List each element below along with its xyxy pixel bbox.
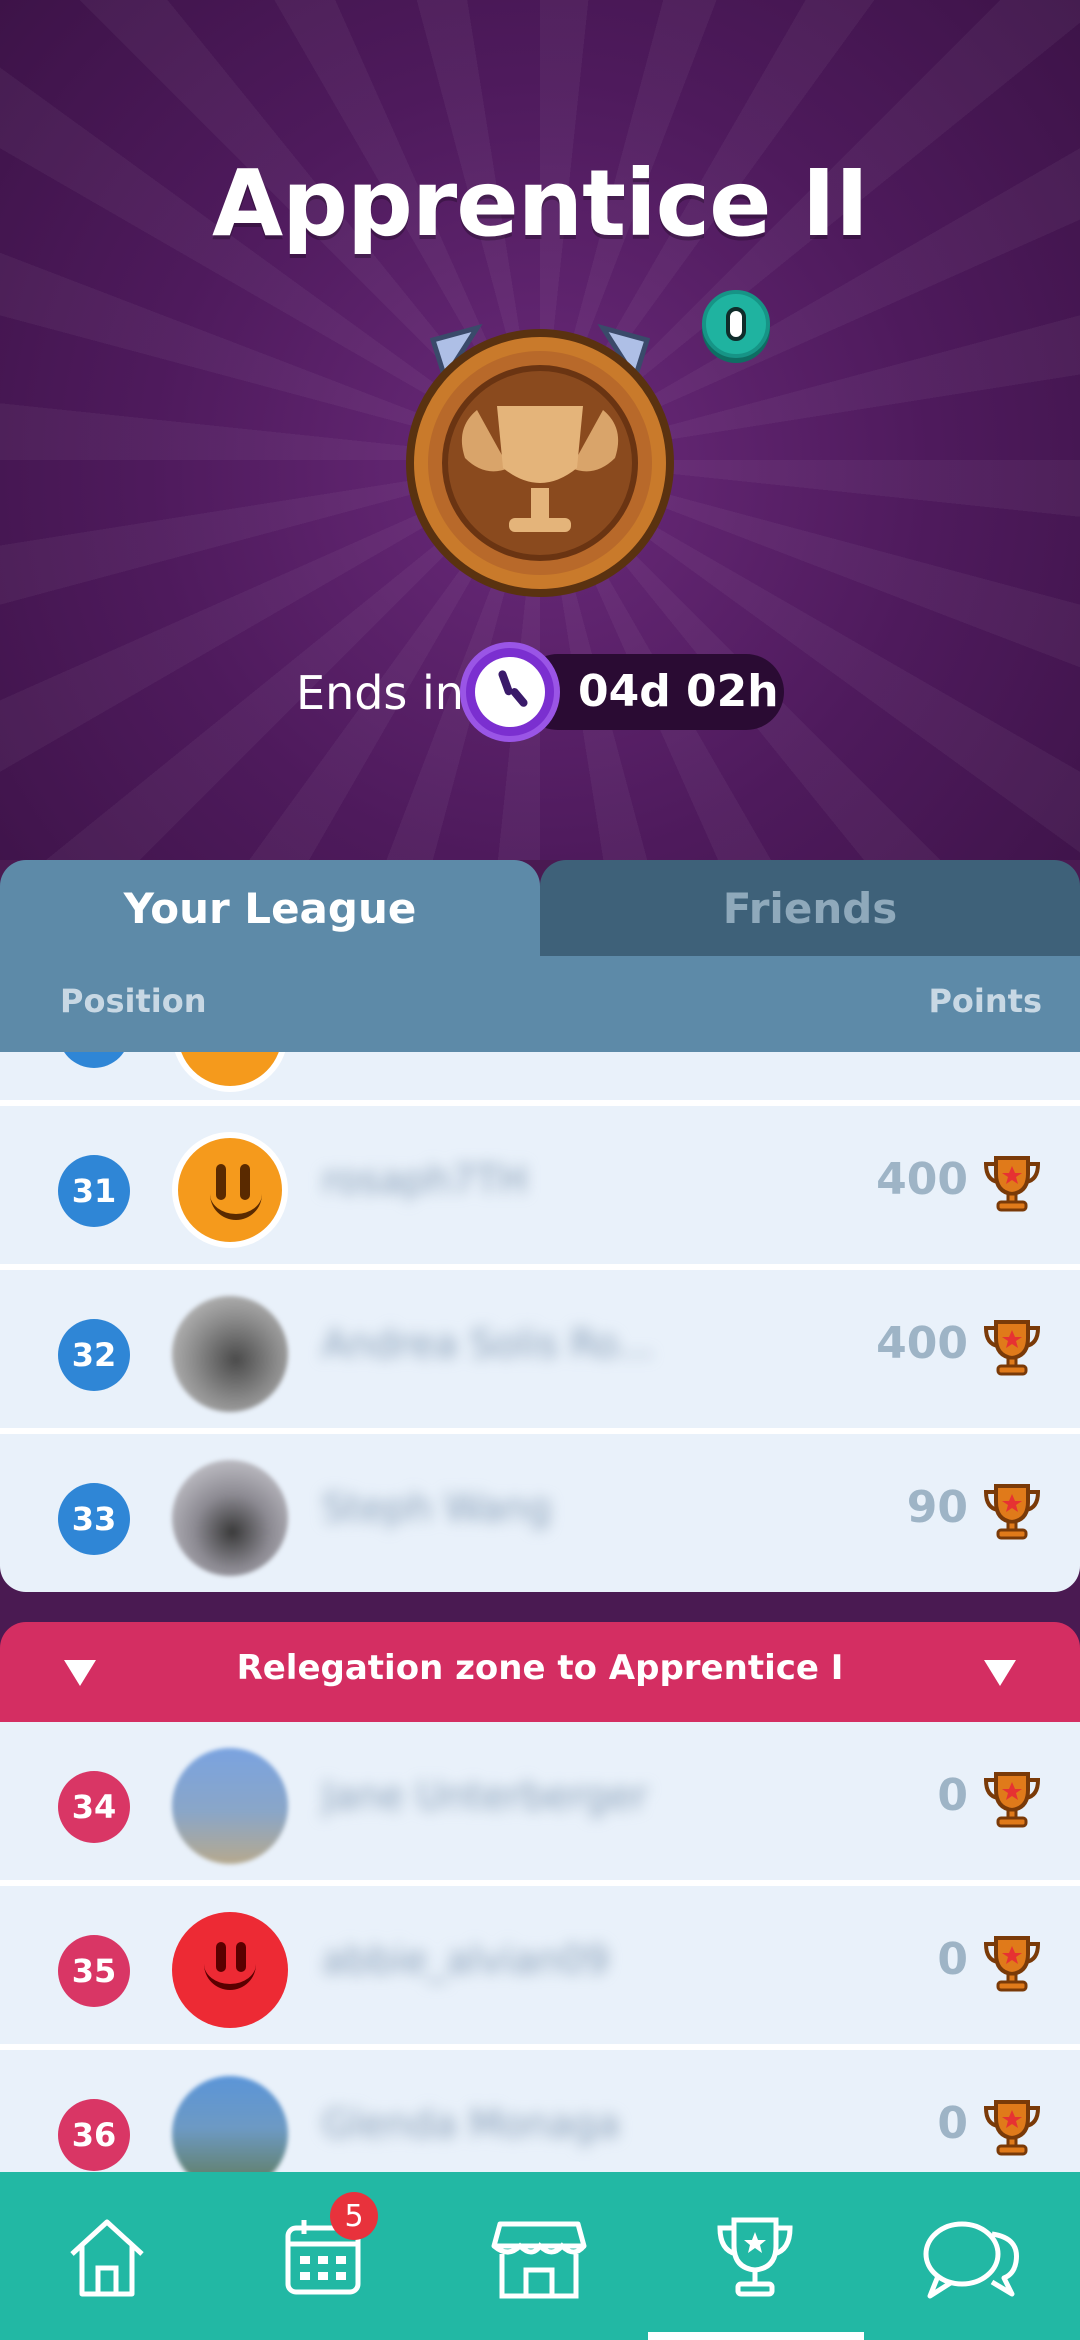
leaderboard-list[interactable]: 31 rosaph7TH 400 32 Andrea Solis Ro... 4… xyxy=(0,1052,1080,2172)
rank-badge: 35 xyxy=(58,1935,130,2007)
username: rosaph7TH xyxy=(322,1158,528,1202)
league-badge-icon xyxy=(406,323,674,597)
position-column-label: Position xyxy=(60,982,207,1020)
username: Jane Unterberger xyxy=(322,1774,648,1818)
league-title: Apprentice II xyxy=(211,150,869,257)
relegation-label: Relegation zone to Apprentice I xyxy=(236,1648,844,1688)
points-value: 0 xyxy=(937,2098,968,2149)
points-value: 0 xyxy=(937,1934,968,1985)
avatar xyxy=(172,2076,288,2172)
league-header: Apprentice II Ends in 04d 02h xyxy=(0,0,1080,860)
avatar xyxy=(172,1912,288,2028)
avatar xyxy=(172,1460,288,1576)
bottom-nav: 5 xyxy=(0,2172,1080,2340)
trophy-icon xyxy=(983,1484,1041,1540)
ends-in-label: Ends in xyxy=(296,666,464,720)
tab-friends[interactable]: Friends xyxy=(540,860,1080,956)
username: abbie_alvian09 xyxy=(322,1938,610,1982)
trophy-icon xyxy=(983,1320,1041,1376)
table-row[interactable]: 35 abbie_alvian09 0 xyxy=(0,1886,1080,2044)
relegation-zone-header: Relegation zone to Apprentice I xyxy=(0,1622,1080,1722)
table-row[interactable]: 33 Steph Wang 90 xyxy=(0,1434,1080,1592)
points-column-label: Points xyxy=(928,982,1042,1020)
tab-your-league[interactable]: Your League xyxy=(0,860,540,956)
trophy-icon xyxy=(983,2100,1041,2156)
active-tab-indicator xyxy=(648,2332,864,2340)
rank-badge: 32 xyxy=(58,1319,130,1391)
timer-value: 04d 02h xyxy=(578,666,779,717)
username: Andrea Solis Ro... xyxy=(322,1322,654,1366)
clock-icon xyxy=(460,642,560,742)
username: Glenda Monaga xyxy=(322,2102,620,2146)
trophy-icon xyxy=(983,1156,1041,1212)
shop-icon[interactable] xyxy=(484,2212,594,2302)
table-row[interactable]: 36 Glenda Monaga 0 xyxy=(0,2050,1080,2172)
table-row[interactable] xyxy=(0,1052,1080,1102)
league-tabs: Your League Friends xyxy=(0,860,1080,956)
chat-icon[interactable] xyxy=(916,2212,1026,2302)
points-value: 400 xyxy=(876,1154,968,1205)
rank-badge: 33 xyxy=(58,1483,130,1555)
trophy-icon xyxy=(983,1936,1041,1992)
points-value: 400 xyxy=(876,1318,968,1369)
table-row[interactable]: 34 Jane Unterberger 0 xyxy=(0,1722,1080,1880)
table-row[interactable]: 32 Andrea Solis Ro... 400 xyxy=(0,1270,1080,1428)
home-icon[interactable] xyxy=(52,2212,162,2302)
points-value: 0 xyxy=(937,1770,968,1821)
info-icon xyxy=(726,307,746,341)
points-value: 90 xyxy=(906,1482,968,1533)
rank-badge: 31 xyxy=(58,1155,130,1227)
rank-badge: 36 xyxy=(58,2099,130,2171)
username: Steph Wang xyxy=(322,1486,552,1530)
table-row[interactable]: 31 rosaph7TH 400 xyxy=(0,1106,1080,1264)
info-button[interactable] xyxy=(702,290,770,358)
avatar xyxy=(172,1748,288,1864)
leaderboard-trophy-icon[interactable] xyxy=(700,2212,810,2302)
column-header: Position Points xyxy=(0,956,1080,1052)
avatar xyxy=(172,1132,288,1248)
rank-badge: 34 xyxy=(58,1771,130,1843)
season-timer: Ends in 04d 02h xyxy=(0,642,1080,742)
avatar xyxy=(172,1296,288,1412)
trophy-icon xyxy=(983,1772,1041,1828)
triangle-down-icon xyxy=(984,1660,1016,1686)
notification-badge: 5 xyxy=(330,2192,378,2240)
